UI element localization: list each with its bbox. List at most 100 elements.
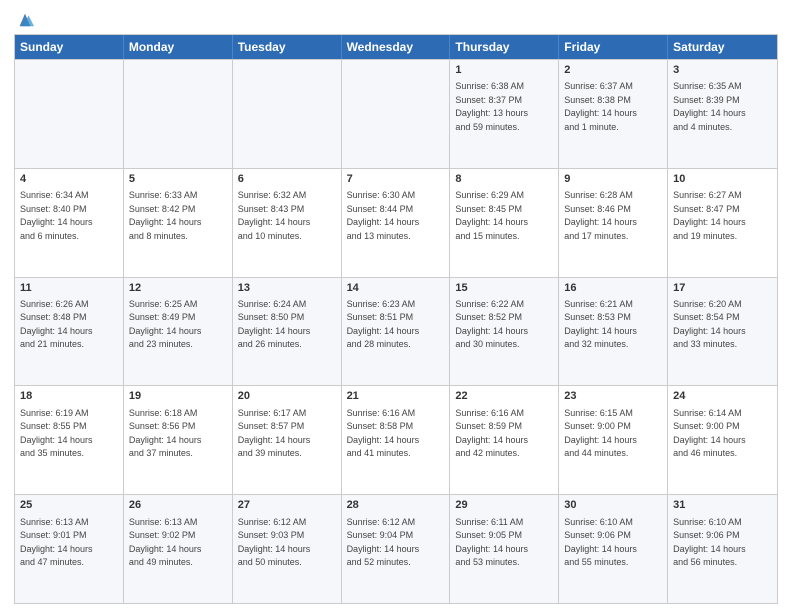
cell-day-number: 26	[129, 498, 227, 513]
cell-info: Sunrise: 6:16 AM Sunset: 8:59 PM Dayligh…	[455, 407, 553, 461]
calendar-cell: 7 Sunrise: 6:30 AM Sunset: 8:44 PM Daylig…	[342, 169, 451, 277]
calendar-cell: 13 Sunrise: 6:24 AM Sunset: 8:50 PM Dayli…	[233, 278, 342, 386]
calendar-cell	[233, 60, 342, 168]
calendar-cell: 28 Sunrise: 6:12 AM Sunset: 9:04 PM Dayli…	[342, 495, 451, 603]
calendar-cell: 10Sunrise: 6:27 AM Sunset: 8:47 PM Dayli…	[668, 169, 777, 277]
logo-icon	[16, 10, 34, 28]
cell-info: Sunrise: 6:34 AM Sunset: 8:40 PM Dayligh…	[20, 189, 118, 243]
calendar-cell: 26 Sunrise: 6:13 AM Sunset: 9:02 PM Dayli…	[124, 495, 233, 603]
logo	[14, 10, 34, 28]
cell-info: Sunrise: 6:28 AM Sunset: 8:46 PM Dayligh…	[564, 189, 662, 243]
cell-day-number: 12	[129, 281, 227, 296]
cell-info: Sunrise: 6:22 AM Sunset: 8:52 PM Dayligh…	[455, 298, 553, 352]
calendar-cell: 3Sunrise: 6:35 AM Sunset: 8:39 PM Daylig…	[668, 60, 777, 168]
cell-info: Sunrise: 6:15 AM Sunset: 9:00 PM Dayligh…	[564, 407, 662, 461]
cell-info: Sunrise: 6:10 AM Sunset: 9:06 PM Dayligh…	[564, 516, 662, 570]
calendar-cell: 16 Sunrise: 6:21 AM Sunset: 8:53 PM Dayli…	[559, 278, 668, 386]
cell-day-number: 13	[238, 281, 336, 296]
cell-day-number: 2	[564, 63, 662, 78]
cell-day-number: 16	[564, 281, 662, 296]
cell-info: Sunrise: 6:35 AM Sunset: 8:39 PM Dayligh…	[673, 80, 772, 134]
calendar-cell: 29 Sunrise: 6:11 AM Sunset: 9:05 PM Dayli…	[450, 495, 559, 603]
cell-info: Sunrise: 6:32 AM Sunset: 8:43 PM Dayligh…	[238, 189, 336, 243]
cell-info: Sunrise: 6:16 AM Sunset: 8:58 PM Dayligh…	[347, 407, 445, 461]
cell-info: Sunrise: 6:14 AM Sunset: 9:00 PM Dayligh…	[673, 407, 772, 461]
calendar-body: 1 Sunrise: 6:38 AM Sunset: 8:37 PM Daylig…	[15, 59, 777, 603]
calendar-cell: 30 Sunrise: 6:10 AM Sunset: 9:06 PM Dayli…	[559, 495, 668, 603]
cell-day-number: 30	[564, 498, 662, 513]
cell-day-number: 11	[20, 281, 118, 296]
cell-info: Sunrise: 6:29 AM Sunset: 8:45 PM Dayligh…	[455, 189, 553, 243]
cell-info: Sunrise: 6:13 AM Sunset: 9:01 PM Dayligh…	[20, 516, 118, 570]
calendar-cell	[15, 60, 124, 168]
calendar-cell: 8 Sunrise: 6:29 AM Sunset: 8:45 PM Daylig…	[450, 169, 559, 277]
calendar-cell: 23 Sunrise: 6:15 AM Sunset: 9:00 PM Dayli…	[559, 386, 668, 494]
cell-info: Sunrise: 6:12 AM Sunset: 9:03 PM Dayligh…	[238, 516, 336, 570]
cell-info: Sunrise: 6:33 AM Sunset: 8:42 PM Dayligh…	[129, 189, 227, 243]
calendar: SundayMondayTuesdayWednesdayThursdayFrid…	[14, 34, 778, 604]
cell-info: Sunrise: 6:38 AM Sunset: 8:37 PM Dayligh…	[455, 80, 553, 134]
cell-info: Sunrise: 6:26 AM Sunset: 8:48 PM Dayligh…	[20, 298, 118, 352]
cell-day-number: 7	[347, 172, 445, 187]
calendar-cell: 1 Sunrise: 6:38 AM Sunset: 8:37 PM Daylig…	[450, 60, 559, 168]
calendar-header-cell: Wednesday	[342, 35, 451, 59]
cell-day-number: 8	[455, 172, 553, 187]
cell-day-number: 23	[564, 389, 662, 404]
calendar-cell: 9 Sunrise: 6:28 AM Sunset: 8:46 PM Daylig…	[559, 169, 668, 277]
calendar-row: 25 Sunrise: 6:13 AM Sunset: 9:01 PM Dayli…	[15, 494, 777, 603]
cell-info: Sunrise: 6:20 AM Sunset: 8:54 PM Dayligh…	[673, 298, 772, 352]
cell-info: Sunrise: 6:13 AM Sunset: 9:02 PM Dayligh…	[129, 516, 227, 570]
cell-day-number: 5	[129, 172, 227, 187]
cell-info: Sunrise: 6:10 AM Sunset: 9:06 PM Dayligh…	[673, 516, 772, 570]
cell-info: Sunrise: 6:30 AM Sunset: 8:44 PM Dayligh…	[347, 189, 445, 243]
cell-info: Sunrise: 6:18 AM Sunset: 8:56 PM Dayligh…	[129, 407, 227, 461]
cell-day-number: 27	[238, 498, 336, 513]
cell-day-number: 19	[129, 389, 227, 404]
cell-day-number: 6	[238, 172, 336, 187]
cell-day-number: 25	[20, 498, 118, 513]
calendar-cell: 19 Sunrise: 6:18 AM Sunset: 8:56 PM Dayli…	[124, 386, 233, 494]
page: SundayMondayTuesdayWednesdayThursdayFrid…	[0, 0, 792, 612]
cell-day-number: 10	[673, 172, 772, 187]
calendar-cell: 22 Sunrise: 6:16 AM Sunset: 8:59 PM Dayli…	[450, 386, 559, 494]
cell-day-number: 28	[347, 498, 445, 513]
cell-day-number: 22	[455, 389, 553, 404]
cell-day-number: 1	[455, 63, 553, 78]
cell-info: Sunrise: 6:23 AM Sunset: 8:51 PM Dayligh…	[347, 298, 445, 352]
cell-day-number: 14	[347, 281, 445, 296]
calendar-cell: 25 Sunrise: 6:13 AM Sunset: 9:01 PM Dayli…	[15, 495, 124, 603]
calendar-cell: 6 Sunrise: 6:32 AM Sunset: 8:43 PM Daylig…	[233, 169, 342, 277]
cell-info: Sunrise: 6:21 AM Sunset: 8:53 PM Dayligh…	[564, 298, 662, 352]
calendar-cell: 20 Sunrise: 6:17 AM Sunset: 8:57 PM Dayli…	[233, 386, 342, 494]
calendar-cell: 21Sunrise: 6:16 AM Sunset: 8:58 PM Dayli…	[342, 386, 451, 494]
calendar-cell: 12 Sunrise: 6:25 AM Sunset: 8:49 PM Dayli…	[124, 278, 233, 386]
calendar-row: 1 Sunrise: 6:38 AM Sunset: 8:37 PM Daylig…	[15, 59, 777, 168]
calendar-cell: 5 Sunrise: 6:33 AM Sunset: 8:42 PM Daylig…	[124, 169, 233, 277]
cell-info: Sunrise: 6:12 AM Sunset: 9:04 PM Dayligh…	[347, 516, 445, 570]
cell-day-number: 9	[564, 172, 662, 187]
cell-info: Sunrise: 6:11 AM Sunset: 9:05 PM Dayligh…	[455, 516, 553, 570]
cell-day-number: 17	[673, 281, 772, 296]
cell-day-number: 20	[238, 389, 336, 404]
calendar-header-row: SundayMondayTuesdayWednesdayThursdayFrid…	[15, 35, 777, 59]
calendar-header-cell: Tuesday	[233, 35, 342, 59]
cell-day-number: 4	[20, 172, 118, 187]
cell-day-number: 18	[20, 389, 118, 404]
cell-day-number: 24	[673, 389, 772, 404]
calendar-cell: 2Sunrise: 6:37 AM Sunset: 8:38 PM Daylig…	[559, 60, 668, 168]
header	[14, 10, 778, 28]
calendar-cell	[124, 60, 233, 168]
calendar-header-cell: Friday	[559, 35, 668, 59]
calendar-cell: 11 Sunrise: 6:26 AM Sunset: 8:48 PM Dayli…	[15, 278, 124, 386]
cell-info: Sunrise: 6:24 AM Sunset: 8:50 PM Dayligh…	[238, 298, 336, 352]
cell-info: Sunrise: 6:25 AM Sunset: 8:49 PM Dayligh…	[129, 298, 227, 352]
calendar-cell	[342, 60, 451, 168]
cell-day-number: 31	[673, 498, 772, 513]
calendar-cell: 27 Sunrise: 6:12 AM Sunset: 9:03 PM Dayli…	[233, 495, 342, 603]
calendar-row: 18Sunrise: 6:19 AM Sunset: 8:55 PM Dayli…	[15, 385, 777, 494]
cell-day-number: 29	[455, 498, 553, 513]
calendar-row: 11 Sunrise: 6:26 AM Sunset: 8:48 PM Dayli…	[15, 277, 777, 386]
calendar-cell: 17 Sunrise: 6:20 AM Sunset: 8:54 PM Dayli…	[668, 278, 777, 386]
cell-info: Sunrise: 6:17 AM Sunset: 8:57 PM Dayligh…	[238, 407, 336, 461]
calendar-cell: 14 Sunrise: 6:23 AM Sunset: 8:51 PM Dayli…	[342, 278, 451, 386]
